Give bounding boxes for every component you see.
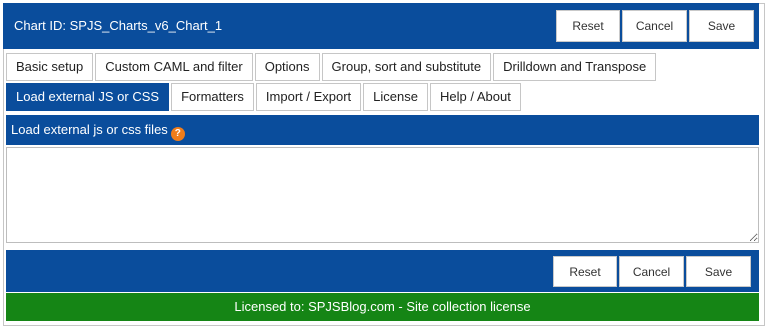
tab-group-sort-substitute[interactable]: Group, sort and substitute [321,53,492,81]
footer-save-button[interactable]: Save [686,256,751,287]
footer-cancel-button[interactable]: Cancel [619,256,684,287]
cancel-button[interactable]: Cancel [622,10,687,42]
save-button[interactable]: Save [689,10,754,42]
dialog-footer: Reset Cancel Save [6,250,759,292]
tab-formatters[interactable]: Formatters [171,83,254,111]
license-banner: Licensed to: SPJSBlog.com - Site collect… [6,293,759,321]
tabs-row-1: Basic setup Custom CAML and filter Optio… [6,53,657,81]
section-title: Load external js or css files [11,122,168,137]
tab-help-about[interactable]: Help / About [429,83,521,111]
tab-basic-setup[interactable]: Basic setup [6,53,94,81]
tabs-row-2: Load external JS or CSS Formatters Impor… [6,83,521,111]
chart-id-title: Chart ID: SPJS_Charts_v6_Chart_1 [14,18,223,33]
reset-button[interactable]: Reset [556,10,620,42]
tab-drilldown-transpose[interactable]: Drilldown and Transpose [493,53,657,81]
help-icon[interactable]: ? [170,127,185,141]
tab-license[interactable]: License [363,83,428,111]
dialog-header: Chart ID: SPJS_Charts_v6_Chart_1 Reset C… [3,3,759,49]
external-files-textarea[interactable] [6,147,759,243]
tab-custom-caml-filter[interactable]: Custom CAML and filter [95,53,253,81]
tab-import-export[interactable]: Import / Export [255,83,362,111]
tab-options[interactable]: Options [254,53,320,81]
footer-reset-button[interactable]: Reset [553,256,617,287]
section-header: Load external js or css files? [6,115,759,145]
tab-load-external-js-css[interactable]: Load external JS or CSS [6,83,170,111]
